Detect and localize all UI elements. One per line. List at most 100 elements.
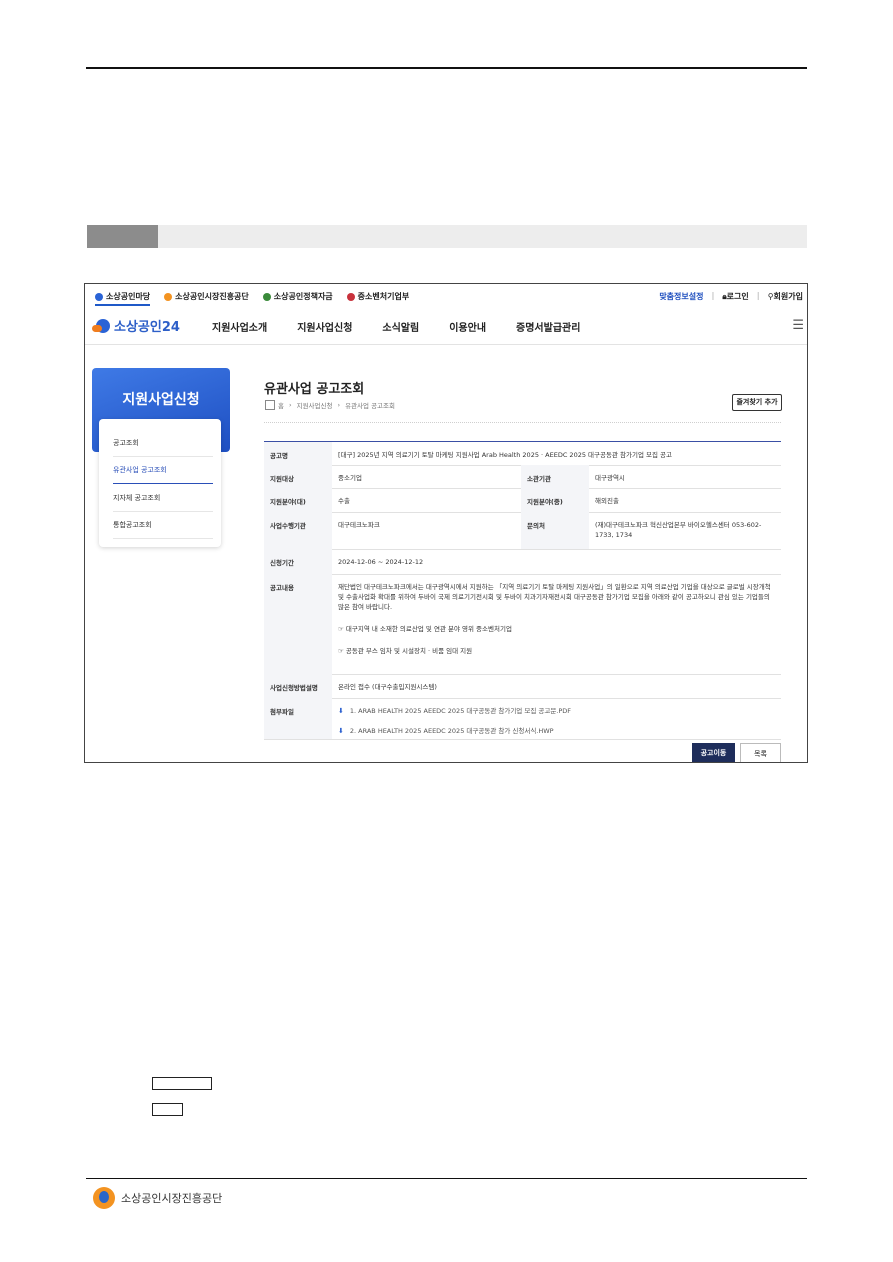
notice-detail-table: 공고명 [대구] 2025년 지역 의료기기 토탈 마케팅 지원사업 Arab …: [264, 441, 781, 740]
sbiz-logo-icon: [95, 292, 103, 301]
th-apply-method: 사업신청방법설명: [264, 674, 332, 698]
table-row: 사업신청방법설명 온라인 접수 (대구수출입지원시스템): [264, 674, 781, 699]
notice-name-value: [대구] 2025년 지역 의료기기 토탈 마케팅 지원사업 Arab Heal…: [338, 451, 672, 459]
field-major-value: 수출: [338, 497, 350, 505]
page-title: 유관사업 공고조회: [264, 382, 365, 397]
gnb-item-guide[interactable]: 이용안내: [449, 319, 486, 334]
chevron-right-icon: ›: [337, 401, 341, 409]
document-top-rule: [86, 67, 807, 69]
th-notice-name: 공고명: [264, 442, 332, 465]
chevron-right-icon: ›: [288, 401, 292, 409]
attachment-label: 1. ARAB HEALTH 2025 AEEDC 2025 대구공동관 참가기…: [349, 707, 572, 716]
footer-org-name: 소상공인시장진흥공단: [121, 1192, 223, 1205]
contact-value: (재)대구테크노파크 혁신산업본부 바이오헬스센터 053-602-1733, …: [595, 521, 762, 540]
dotted-divider: [264, 422, 781, 423]
gnb-item-intro[interactable]: 지원사업소개: [212, 319, 267, 334]
sidebar-item-related-notice[interactable]: 유관사업 공고조회: [113, 465, 213, 475]
family-link-label: 소상공인정책자금: [273, 292, 333, 301]
hamburger-menu-icon[interactable]: ☰: [792, 318, 804, 333]
table-row: 신청기간 2024-12-06 ~ 2024-12-12: [264, 549, 781, 575]
sidebar-item-notice[interactable]: 공고조회: [113, 438, 213, 448]
th-field-minor: 지원분야(중): [521, 488, 589, 512]
utility-bar: 소상공인마당 소상공인시장진흥공단 소상공인정책자금 중소벤처기업부 맞춤정보설…: [85, 284, 807, 308]
family-link-sbiz-madang[interactable]: 소상공인마당: [95, 291, 151, 306]
divider: |: [756, 291, 760, 300]
semas-logo-icon: [93, 1187, 115, 1209]
th-target: 지원대상: [264, 465, 332, 488]
content-value: 재단법인 대구테크노파크에서는 대구광역시에서 지원하는 「지역 의료기기 토탈…: [332, 574, 781, 674]
family-link-label: 중소벤처기업부: [357, 292, 410, 301]
period-value: 2024-12-06 ~ 2024-12-12: [338, 558, 424, 566]
th-attachment: 첨부파일: [264, 698, 332, 739]
breadcrumb-current: 유관사업 공고조회: [345, 402, 395, 410]
policy-fund-logo-icon: [262, 292, 271, 301]
login-label: 로그인: [726, 292, 749, 301]
family-link-mss[interactable]: 중소벤처기업부: [346, 291, 410, 302]
download-icon: ⬇: [338, 707, 344, 715]
target-value: 중소기업: [338, 474, 362, 482]
login-link[interactable]: 🔒︎ 로그인: [722, 291, 748, 302]
gnb-item-certificate[interactable]: 증명서발급관리: [516, 319, 580, 334]
logo-text: 소상공인24: [114, 320, 180, 335]
attachment-label: 2. ARAB HEALTH 2025 AEEDC 2025 대구공동관 참가 …: [349, 727, 554, 736]
footer-logo: 소상공인시장진흥공단: [93, 1187, 222, 1209]
th-contact: 문의처: [521, 512, 589, 549]
active-indicator: [113, 483, 213, 484]
site-logo[interactable]: 소상공인24: [92, 316, 180, 335]
divider: [113, 456, 213, 457]
breadcrumb: 홈 › 지원사업신청 › 유관사업 공고조회: [265, 400, 395, 410]
breadcrumb-apply[interactable]: 지원사업신청: [297, 400, 333, 410]
gnb-item-apply[interactable]: 지원사업신청: [297, 319, 352, 334]
section-header-bar: [87, 225, 807, 248]
attachment-link[interactable]: ⬇ 2. ARAB HEALTH 2025 AEEDC 2025 대구공동관 참…: [338, 726, 775, 737]
logo-icon: [92, 318, 110, 333]
sidebar-item-local-gov-notice[interactable]: 지자체 공고조회: [113, 493, 213, 503]
semas-logo-icon: [164, 292, 173, 301]
th-period: 신청기간: [264, 549, 332, 574]
custom-settings-link[interactable]: 맞춤정보설정: [659, 291, 703, 302]
download-icon: ⬇: [338, 726, 344, 735]
home-icon[interactable]: [265, 400, 275, 410]
signup-link[interactable]: ⚲ 회원가입: [768, 291, 803, 302]
document-bottom-rule: [86, 1178, 807, 1179]
go-to-notice-button[interactable]: 공고이동: [692, 743, 735, 762]
gnb-item-news[interactable]: 소식알림: [382, 319, 419, 334]
th-executor: 사업수행기관: [264, 512, 332, 549]
th-field-major: 지원분야(대): [264, 488, 332, 512]
th-content: 공고내용: [264, 574, 332, 674]
table-row: 첨부파일 ⬇ 1. ARAB HEALTH 2025 AEEDC 2025 대구…: [264, 698, 781, 740]
divider: [113, 511, 213, 512]
gnb-menu: 지원사업소개 지원사업신청 소식알림 이용안내 증명서발급관리: [212, 319, 610, 334]
apply-method-value: 온라인 접수 (대구수출입지원시스템): [338, 683, 437, 691]
agency-value: 대구광역시: [595, 474, 625, 482]
add-favorite-button[interactable]: 즐겨찾기 추가: [732, 394, 782, 411]
attachment-link[interactable]: ⬇ 1. ARAB HEALTH 2025 AEEDC 2025 대구공동관 참…: [338, 706, 775, 717]
family-site-links: 소상공인마당 소상공인시장진흥공단 소상공인정책자금 중소벤처기업부: [95, 291, 423, 306]
table-row: 공고명 [대구] 2025년 지역 의료기기 토탈 마케팅 지원사업 Arab …: [264, 442, 781, 466]
family-link-policy-fund[interactable]: 소상공인정책자금: [262, 291, 333, 302]
divider: |: [711, 291, 715, 300]
table-row: 사업수행기관 대구테크노파크 문의처 (재)대구테크노파크 혁신산업본부 바이오…: [264, 512, 781, 550]
field-minor-value: 해외진출: [595, 497, 619, 505]
sidebar-item-integrated-notice[interactable]: 통합공고조회: [113, 520, 213, 530]
screenshot-frame: 소상공인마당 소상공인시장진흥공단 소상공인정책자금 중소벤처기업부 맞춤정보설…: [84, 283, 808, 763]
table-row: 공고내용 재단법인 대구테크노파크에서는 대구광역시에서 지원하는 「지역 의료…: [264, 574, 781, 675]
breadcrumb-home[interactable]: 홈: [278, 400, 284, 410]
content-paragraph: 재단법인 대구테크노파크에서는 대구광역시에서 지원하는 「지역 의료기기 토탈…: [338, 583, 771, 612]
global-navigation: 소상공인24 지원사업소개 지원사업신청 소식알림 이용안내 증명서발급관리 ☰: [85, 308, 807, 345]
highlight-box: [152, 1077, 212, 1090]
executor-value: 대구테크노파크: [338, 521, 380, 529]
family-link-label: 소상공인시장진흥공단: [175, 292, 249, 301]
content-bullet: ☞ 대구지역 내 소재한 의료산업 및 연관 분야 영위 중소벤처기업: [338, 625, 512, 634]
divider: [113, 538, 213, 539]
highlight-box: [152, 1103, 183, 1116]
th-agency: 소관기관: [521, 465, 589, 488]
family-link-label: 소상공인마당: [106, 292, 151, 301]
list-button[interactable]: 목록: [740, 743, 781, 762]
section-header-tag: [87, 225, 158, 248]
user-links: 맞춤정보설정 | 🔒︎ 로그인 | ⚲ 회원가입: [651, 291, 803, 302]
sidebar-menu: 공고조회 유관사업 공고조회 지자체 공고조회 통합공고조회: [99, 419, 221, 547]
family-link-semas[interactable]: 소상공인시장진흥공단: [164, 291, 249, 302]
mss-logo-icon: [346, 292, 355, 301]
signup-label: 회원가입: [773, 292, 803, 301]
